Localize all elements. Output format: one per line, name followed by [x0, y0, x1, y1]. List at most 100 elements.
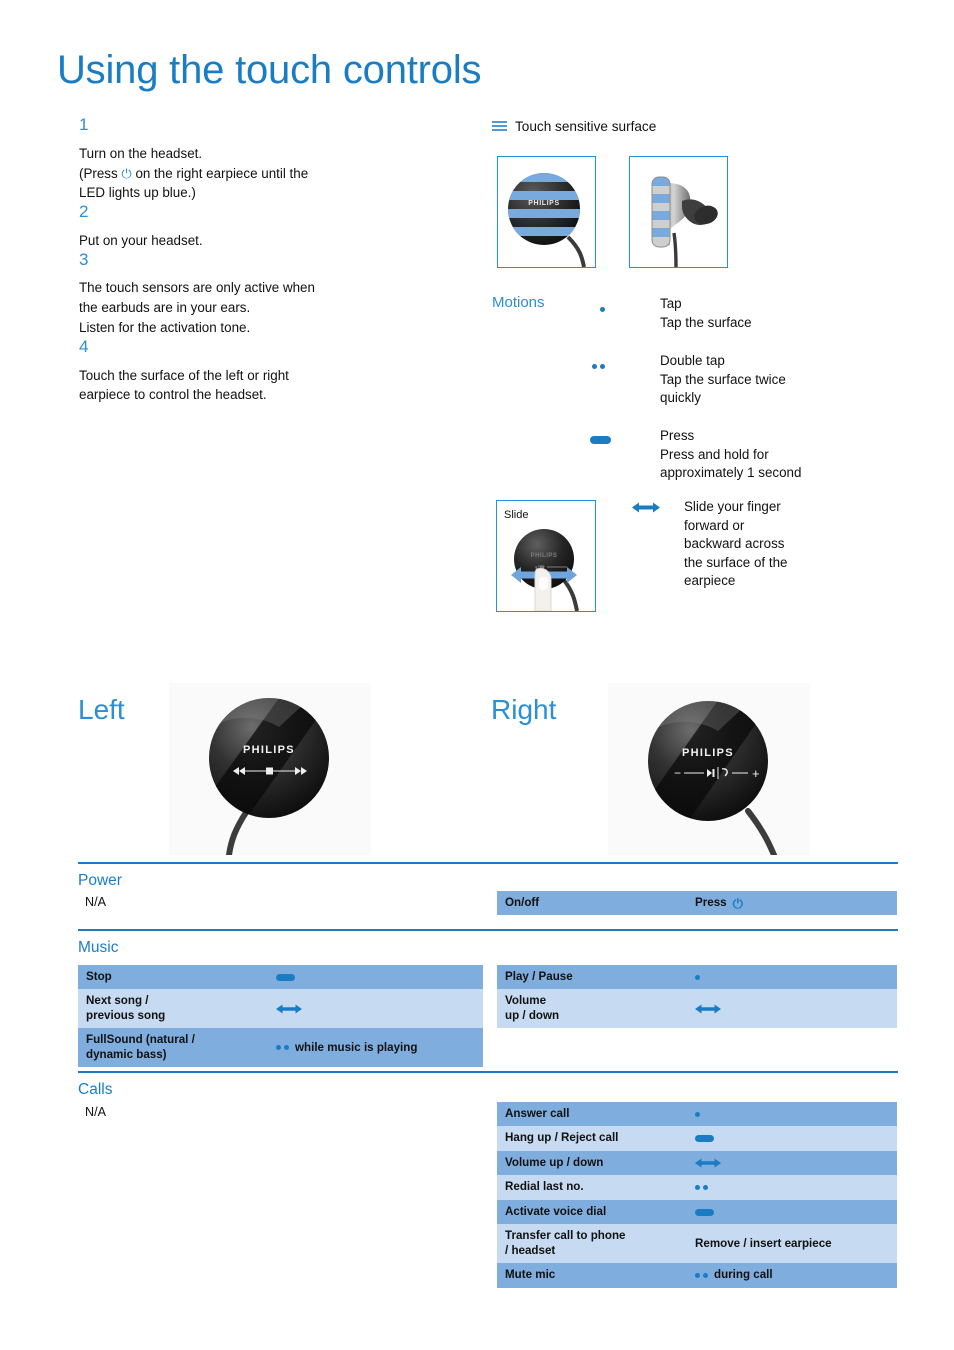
calls-section-title: Calls [78, 1081, 113, 1098]
row-label: FullSound (natural / dynamic bass) [86, 1033, 195, 1061]
row-label: Volume up / down [505, 994, 560, 1022]
step-number: 1 [79, 115, 89, 134]
calls-left-na: N/A [85, 1105, 106, 1119]
row-label: Transfer call to phone / headset [505, 1229, 626, 1257]
motion-desc: Tap the surface twice quickly [660, 371, 786, 406]
row-action [695, 1208, 714, 1216]
motion-press: Press Press and hold for approximately 1 … [588, 427, 888, 483]
table-row[interactable]: Next song / previous song [78, 989, 483, 1029]
music-section-title: Music [78, 939, 119, 956]
table-row[interactable]: Transfer call to phone / headset Remove … [497, 1224, 897, 1264]
step-1: 1 Turn on the headset. (Press ⏻ on the ri… [79, 115, 449, 203]
earpiece-side-photo [629, 156, 728, 268]
table-row[interactable]: Mute mic during call [497, 1263, 897, 1288]
motion-title: Tap [660, 296, 682, 311]
row-action: during call [695, 1268, 773, 1282]
row-action [695, 974, 700, 980]
step-number: 4 [79, 336, 89, 356]
power-section-title: Power [78, 872, 122, 889]
row-label: Stop [86, 970, 112, 983]
touch-surface-heading: Touch sensitive surface [492, 119, 656, 134]
row-label: On/off [505, 896, 540, 909]
earpiece-front-striped: PHILIPS [508, 173, 586, 267]
table-row[interactable]: Stop [78, 965, 483, 990]
table-row[interactable]: Activate voice dial [497, 1199, 897, 1225]
step-text: Turn on the headset. (Press ⏻ on the righ… [79, 145, 309, 201]
table-row[interactable]: Volume up / down [497, 989, 897, 1029]
step-text: Put on your headset. [79, 232, 203, 248]
single-dot-icon [695, 974, 700, 980]
row-action [695, 1004, 721, 1014]
svg-text:−: − [674, 766, 681, 780]
table-row[interactable]: FullSound (natural / dynamic bass) while… [78, 1028, 483, 1068]
left-earpiece-title: Left [78, 694, 125, 725]
step-3: 3 The touch sensors are only active when… [79, 249, 449, 338]
double-arrow-icon [695, 1158, 721, 1168]
touch-surface-label: Touch sensitive surface [515, 119, 657, 134]
step-2: 2 Put on your headset. [79, 202, 449, 251]
right-earpiece-title: Right [491, 694, 557, 725]
motions-label: Motions [492, 294, 545, 311]
power-right-table: On/off Press ⏻ [497, 891, 897, 916]
table-row[interactable]: Answer call [497, 1102, 897, 1127]
row-action: Press ⏻ [695, 896, 743, 910]
press-bar-icon [695, 1208, 714, 1216]
double-dot-icon [276, 1045, 289, 1051]
manual-page: Using the touch controls 1 Turn on the h… [0, 0, 954, 1350]
row-action-text: during call [714, 1268, 773, 1282]
svg-text:PHILIPS: PHILIPS [243, 744, 295, 756]
double-arrow-icon [695, 1004, 721, 1014]
motion-slide: Slide your finger forward or backward ac… [632, 498, 882, 591]
power-symbol-icon: ⏻ [121, 165, 132, 181]
table-row[interactable]: Volume up / down [497, 1150, 897, 1176]
row-action: Remove / insert earpiece [695, 1237, 832, 1251]
motion-double-tap: Double tap Tap the surface twice quickly [588, 352, 888, 408]
row-action [695, 1158, 721, 1168]
motion-title: Double tap [660, 353, 725, 368]
power-symbol-icon: ⏻ [732, 895, 743, 911]
double-dot-icon [695, 1185, 708, 1191]
row-action-text: while music is playing [295, 1040, 418, 1054]
row-label: Answer call [505, 1107, 570, 1120]
motion-desc: Tap the surface [660, 314, 752, 330]
music-section-divider [78, 929, 898, 931]
svg-text:+: + [752, 766, 760, 781]
power-section-divider [78, 862, 898, 864]
svg-text:PHILIPS: PHILIPS [682, 747, 734, 759]
row-action [695, 1185, 708, 1191]
calls-section-divider [78, 1071, 898, 1073]
step-number: 3 [79, 249, 89, 269]
step-text: Touch the surface of the left or right e… [79, 367, 289, 403]
table-row[interactable]: Play / Pause [497, 965, 897, 990]
row-label: Play / Pause [505, 970, 573, 983]
hamburger-lines-icon [492, 121, 507, 132]
earpiece-side-striped [651, 176, 718, 267]
motion-slide-text: Slide your finger forward or backward ac… [684, 499, 788, 588]
double-arrow-icon [632, 498, 684, 518]
row-label: Activate voice dial [505, 1204, 607, 1218]
double-dot-icon [695, 1273, 708, 1279]
svg-text:PHILIPS: PHILIPS [531, 553, 558, 559]
single-dot-icon [695, 1111, 700, 1117]
music-left-table: Stop Next song / previous song FullSound… [78, 965, 483, 1068]
row-label: Mute mic [505, 1268, 556, 1282]
press-bar-icon [588, 427, 660, 449]
press-bar-icon [695, 1135, 714, 1143]
motion-double-tap-text: Double tap Tap the surface twice quickly [660, 352, 786, 408]
motion-title: Press [660, 428, 695, 443]
step-4: 4 Touch the surface of the left or right… [79, 336, 449, 405]
row-action [695, 1111, 700, 1117]
table-row[interactable]: Hang up / Reject call [497, 1126, 897, 1151]
row-action-text: Remove / insert earpiece [695, 1236, 832, 1250]
right-earpiece-photo: PHILIPS − + [608, 683, 810, 855]
calls-right-table: Answer call Hang up / Reject call Volume… [497, 1102, 897, 1288]
instruction-steps: 1 Turn on the headset. (Press ⏻ on the ri… [79, 115, 449, 405]
row-action [276, 1004, 302, 1014]
single-dot-icon [588, 295, 660, 317]
table-row[interactable]: Redial last no. [497, 1175, 897, 1200]
motion-tap-text: Tap Tap the surface [660, 295, 752, 332]
row-action: while music is playing [276, 1041, 417, 1055]
slide-demo-photo: Slide PHILIPS ⏸|☎ [496, 500, 596, 612]
table-row[interactable]: On/off Press ⏻ [497, 891, 897, 916]
step-text: The touch sensors are only active when t… [79, 280, 315, 336]
